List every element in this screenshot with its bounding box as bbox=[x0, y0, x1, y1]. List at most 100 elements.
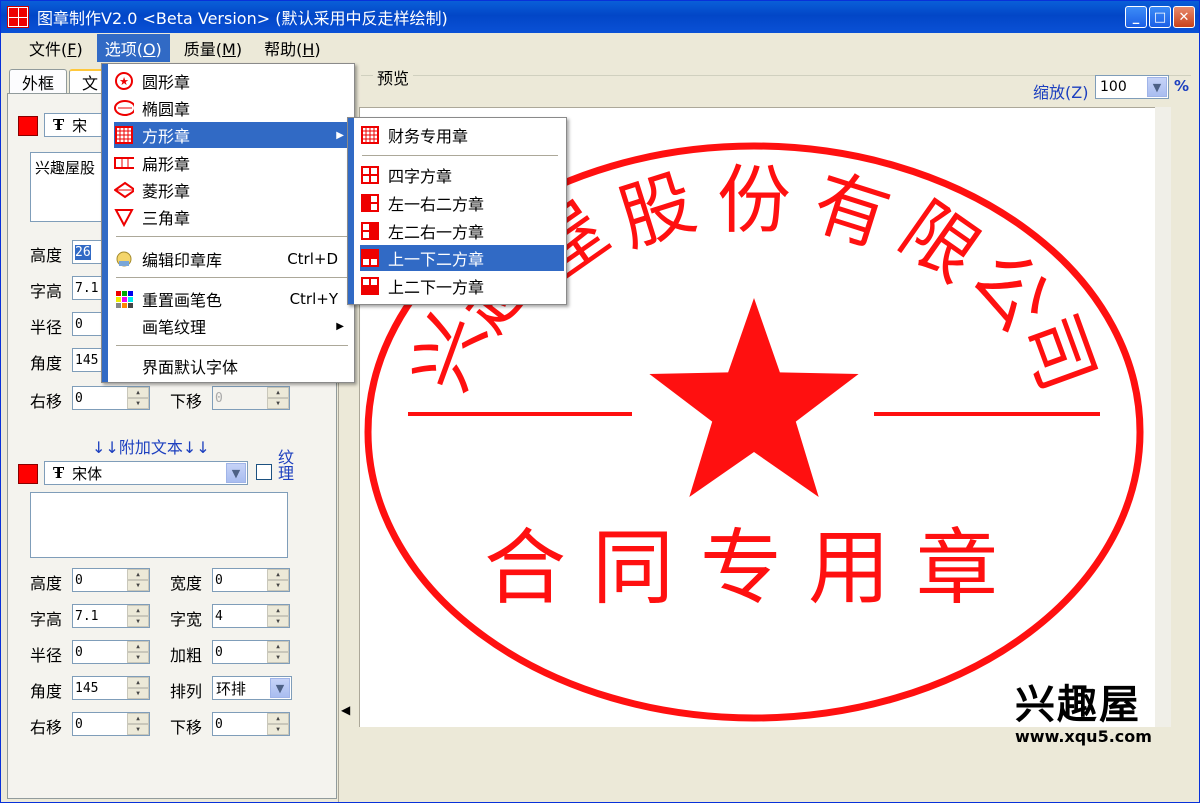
options-menu: ★ 圆形章 椭圆章 方形章 ▶ 扁形章 菱形章 三角章 编辑印章库 Ctrl+D… bbox=[101, 63, 355, 383]
diamond-icon bbox=[114, 180, 134, 200]
menu-separator bbox=[362, 155, 558, 156]
stamp-arc-char: 份 bbox=[717, 157, 791, 243]
submenu-left2-right1-stamp[interactable]: 左二右一方章 bbox=[360, 218, 564, 244]
left-two-right-one-icon bbox=[360, 221, 380, 241]
minimize-button[interactable]: _ bbox=[1125, 6, 1147, 28]
library-icon bbox=[114, 249, 134, 269]
collapse-left-icon[interactable]: ◀ bbox=[341, 703, 350, 717]
zoom-unit: % bbox=[1174, 77, 1190, 95]
extra-char-width-spinner[interactable]: 4 ▲ ▼ bbox=[212, 604, 290, 628]
extra-width-spinner[interactable]: 0 ▲ ▼ bbox=[212, 568, 290, 592]
grid-stamp-icon bbox=[360, 125, 380, 145]
title-bar: 图章制作V2.0 <Beta Version> (默认采用中反走样绘制) _ □… bbox=[1, 1, 1199, 33]
submenu-arrow-icon: ▶ bbox=[336, 320, 344, 332]
zoom-select[interactable]: 100 ▼ bbox=[1095, 75, 1169, 99]
arrange-select[interactable]: 环排 ▼ bbox=[212, 676, 292, 700]
extra-height-spinner[interactable]: 0 ▲ ▼ bbox=[72, 568, 150, 592]
menu-help[interactable]: 帮助(H) bbox=[256, 34, 329, 62]
main-right-shift-spinner[interactable]: 0 ▲ ▼ bbox=[72, 386, 150, 410]
extra-angle-spinner[interactable]: 145 ▲ ▼ bbox=[72, 676, 150, 700]
palette-icon bbox=[114, 289, 134, 309]
height-label: 高度 bbox=[30, 246, 63, 265]
extra-arrange-label: 排列 bbox=[170, 682, 203, 701]
truetype-font-icon: Ŧ bbox=[53, 464, 65, 482]
menu-separator bbox=[116, 277, 348, 278]
menu-pen-texture[interactable]: 画笔纹理 ▶ bbox=[114, 313, 352, 339]
flat-rect-icon bbox=[114, 153, 134, 173]
submenu-arrow-icon: ▶ bbox=[336, 129, 344, 141]
app-window: 图章制作V2.0 <Beta Version> (默认采用中反走样绘制) _ □… bbox=[0, 0, 1200, 803]
extra-bold-spinner[interactable]: 0 ▲ ▼ bbox=[212, 640, 290, 664]
extra-radius-label: 半径 bbox=[30, 646, 63, 665]
submenu-top2-bottom1-stamp[interactable]: 上二下一方章 bbox=[360, 273, 564, 299]
top-one-bottom-two-icon bbox=[360, 248, 380, 268]
char-height-label: 字高 bbox=[30, 282, 63, 301]
extra-down-shift-spinner[interactable]: 0 ▲ ▼ bbox=[212, 712, 290, 736]
circle-star-icon: ★ bbox=[114, 71, 134, 91]
menu-ellipse-stamp[interactable]: 椭圆章 bbox=[114, 95, 352, 121]
chevron-down-icon[interactable]: ▼ bbox=[226, 463, 246, 483]
extra-right-shift-spinner[interactable]: 0 ▲ ▼ bbox=[72, 712, 150, 736]
ellipse-icon bbox=[114, 98, 134, 118]
extra-right-shift-label: 右移 bbox=[30, 718, 63, 737]
menu-diamond-stamp[interactable]: 菱形章 bbox=[114, 177, 352, 203]
window-title: 图章制作V2.0 <Beta Version> (默认采用中反走样绘制) bbox=[37, 9, 448, 28]
chevron-down-icon[interactable]: ▼ bbox=[270, 678, 290, 698]
extra-width-label: 宽度 bbox=[170, 574, 203, 593]
tab-frame[interactable]: 外框 bbox=[9, 69, 68, 93]
preview-legend: 预览 bbox=[373, 65, 414, 89]
extra-radius-spinner[interactable]: 0 ▲ ▼ bbox=[72, 640, 150, 664]
truetype-font-icon: Ŧ bbox=[53, 116, 65, 134]
stamp-arc-char: 有 bbox=[803, 159, 899, 263]
texture-checkbox[interactable] bbox=[256, 464, 272, 480]
extra-text-header: ↓↓附加文本↓↓ bbox=[92, 438, 210, 457]
square-grid-icon bbox=[114, 125, 134, 145]
menu-square-stamp[interactable]: 方形章 ▶ bbox=[114, 122, 352, 148]
extra-height-label: 高度 bbox=[30, 574, 63, 593]
stamp-app-icon bbox=[7, 6, 29, 28]
svg-text:★: ★ bbox=[119, 75, 129, 88]
submenu-top1-bottom2-stamp[interactable]: 上一下二方章 bbox=[360, 245, 564, 271]
vertical-scrollbar[interactable] bbox=[1155, 107, 1171, 727]
extra-char-height-spinner[interactable]: 7.1 ▲ ▼ bbox=[72, 604, 150, 628]
extra-char-width-label: 字宽 bbox=[170, 610, 203, 629]
extra-color-swatch[interactable] bbox=[18, 464, 38, 484]
menu-bar: 文件(F) 选项(O) 质量(M) 帮助(H) bbox=[1, 34, 1199, 62]
stamp-star bbox=[649, 298, 859, 497]
zoom-label: 缩放(Z) bbox=[1033, 83, 1089, 102]
triangle-icon bbox=[114, 207, 134, 227]
menu-separator bbox=[116, 345, 348, 346]
menu-file[interactable]: 文件(F) bbox=[21, 34, 91, 62]
menu-separator bbox=[116, 236, 348, 237]
menu-edit-library[interactable]: 编辑印章库 Ctrl+D bbox=[114, 246, 352, 272]
menu-flat-stamp[interactable]: 扁形章 bbox=[114, 150, 352, 176]
top-two-bottom-one-icon bbox=[360, 276, 380, 296]
menu-default-font[interactable]: 界面默认字体 bbox=[114, 353, 352, 379]
extra-bold-label: 加粗 bbox=[170, 646, 203, 665]
extra-font-select[interactable]: Ŧ 宋体 ▼ bbox=[44, 461, 248, 485]
menu-options[interactable]: 选项(O) bbox=[96, 34, 170, 62]
left-one-right-two-icon bbox=[360, 193, 380, 213]
square-stamp-submenu: 财务专用章 四字方章 左一右二方章 左二右一方章 上一下二方章 上二下一方章 bbox=[347, 117, 567, 305]
main-color-swatch[interactable] bbox=[18, 116, 38, 136]
menu-quality[interactable]: 质量(M) bbox=[176, 34, 250, 62]
angle-label: 角度 bbox=[30, 354, 63, 373]
menu-reset-pen-color[interactable]: 重置画笔色 Ctrl+Y bbox=[114, 286, 352, 312]
group-border bbox=[361, 75, 1191, 76]
close-button[interactable]: ✕ bbox=[1173, 6, 1195, 28]
four-cell-icon bbox=[360, 165, 380, 185]
watermark-logo: 兴趣屋 www.xqu5.com bbox=[1015, 683, 1175, 746]
submenu-finance-stamp[interactable]: 财务专用章 bbox=[360, 122, 564, 148]
extra-char-height-label: 字高 bbox=[30, 610, 63, 629]
menu-round-stamp[interactable]: ★ 圆形章 bbox=[114, 68, 352, 94]
radius-label: 半径 bbox=[30, 318, 63, 337]
menu-triangle-stamp[interactable]: 三角章 bbox=[114, 204, 352, 230]
maximize-button[interactable]: □ bbox=[1149, 6, 1171, 28]
submenu-left1-right2-stamp[interactable]: 左一右二方章 bbox=[360, 190, 564, 216]
chevron-down-icon[interactable]: ▼ bbox=[1147, 77, 1167, 97]
texture-label: 纹理 bbox=[278, 448, 295, 483]
main-down-shift-spinner: 0 ▲ ▼ bbox=[212, 386, 290, 410]
extra-text-input[interactable] bbox=[30, 492, 288, 558]
submenu-four-char-stamp[interactable]: 四字方章 bbox=[360, 162, 564, 188]
down-shift-label: 下移 bbox=[170, 392, 203, 411]
